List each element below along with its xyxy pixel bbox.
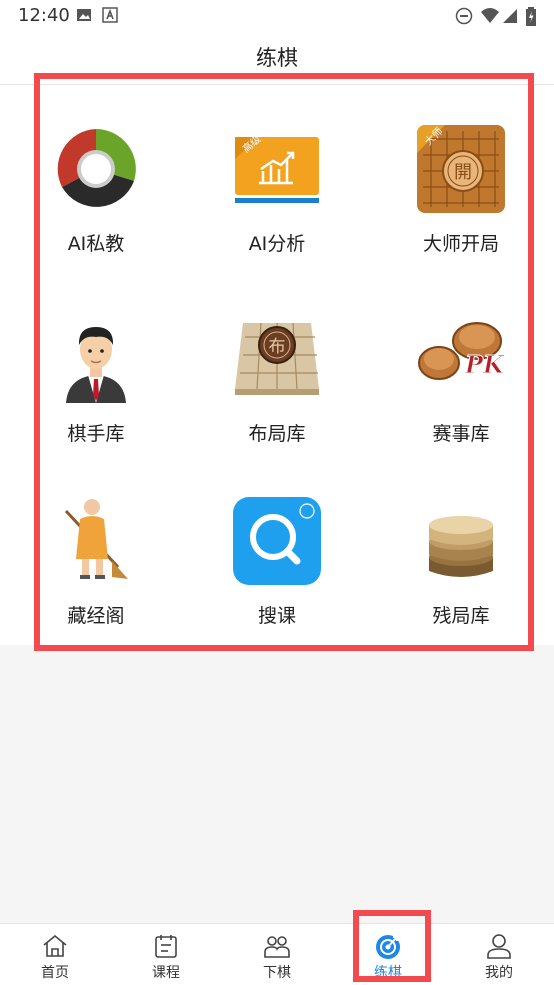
nav-label: 我的	[485, 965, 513, 981]
nav-item-course[interactable]: 课程	[111, 924, 221, 985]
nav-item-play[interactable]: 下棋	[222, 924, 332, 985]
nav-item-me[interactable]: 我的	[444, 924, 554, 985]
match-library-icon: PK	[418, 322, 505, 380]
image-icon	[77, 9, 91, 21]
nav-label: 下棋	[263, 965, 291, 981]
target-icon	[376, 935, 400, 959]
grid-item-ai-tutor[interactable]: AI私教	[6, 125, 186, 275]
wifi-icon	[481, 8, 499, 23]
nav-label: 练棋	[374, 965, 402, 981]
grid-item-scripture-library[interactable]: 藏经阁	[6, 497, 186, 647]
users-icon	[264, 936, 290, 958]
nav-label: 首页	[41, 965, 69, 981]
grid-item-search-course[interactable]: 搜课	[187, 497, 367, 647]
home-icon	[43, 934, 67, 957]
grid-label: AI私教	[67, 233, 125, 255]
app-bar: 练棋	[0, 32, 554, 85]
scripture-library-icon	[64, 499, 128, 579]
grid-item-master-opening[interactable]: 開 大师 大师开局	[371, 125, 551, 275]
dnd-icon	[455, 7, 473, 25]
grid-label: AI分析	[248, 233, 306, 255]
ai-tutor-icon	[57, 129, 136, 207]
bottom-nav: 首页 课程 下棋 练棋 我的	[0, 923, 554, 985]
nav-label: 课程	[152, 965, 180, 981]
nav-item-practice[interactable]: 练棋	[333, 924, 443, 985]
grid-item-match-library[interactable]: PK 赛事库	[371, 315, 551, 465]
svg-text:布: 布	[269, 337, 286, 357]
ai-analysis-icon: 高级	[235, 132, 319, 203]
grid-item-opening-library[interactable]: 布 布局库	[187, 315, 367, 465]
status-time: 12:40	[18, 5, 70, 26]
a-icon	[102, 7, 118, 23]
nav-item-home[interactable]: 首页	[0, 924, 110, 985]
signal-icon	[503, 9, 517, 23]
grid-item-endgame-library[interactable]: 残局库	[371, 497, 551, 647]
grid-item-ai-analysis[interactable]: 高级 AI分析	[187, 125, 367, 275]
svg-text:PK: PK	[464, 350, 505, 379]
feature-grid: AI私教 高级 AI分析 開 大师 大师开局 棋手库 布 布局库 PK 赛事库 …	[0, 85, 554, 645]
search-course-icon	[233, 497, 321, 585]
svg-text:開: 開	[454, 162, 472, 183]
grid-label: 大师开局	[422, 233, 499, 255]
grid-label: 赛事库	[432, 423, 490, 445]
player-library-icon	[66, 327, 126, 403]
status-bar: 12:40	[0, 0, 554, 32]
grid-label: 残局库	[432, 605, 490, 627]
battery-icon	[526, 7, 536, 26]
grid-label: 棋手库	[67, 423, 125, 445]
person-icon	[487, 934, 511, 959]
calendar-icon	[155, 935, 177, 958]
grid-label: 藏经阁	[67, 605, 125, 627]
master-opening-icon: 開 大师	[417, 125, 505, 213]
endgame-library-icon	[429, 516, 493, 577]
grid-label: 搜课	[257, 605, 296, 627]
grid-item-player-library[interactable]: 棋手库	[6, 315, 186, 465]
grid-label: 布局库	[248, 423, 306, 445]
page-title: 练棋	[256, 46, 298, 70]
opening-library-icon: 布	[235, 322, 319, 395]
